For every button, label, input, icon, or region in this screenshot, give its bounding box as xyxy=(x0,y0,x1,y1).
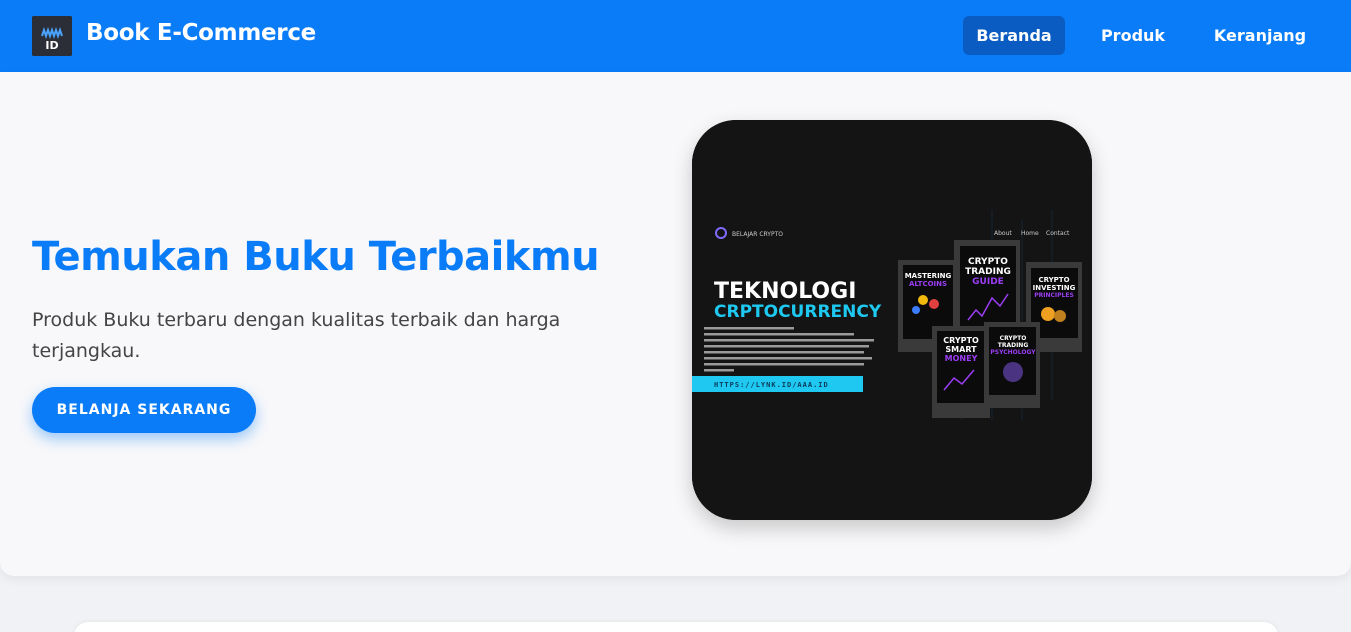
svg-text:CRYPTO: CRYPTO xyxy=(968,257,1008,267)
svg-text:About: About xyxy=(994,230,1012,237)
svg-text:ID: ID xyxy=(45,39,58,52)
svg-text:GUIDE: GUIDE xyxy=(972,277,1004,287)
next-section xyxy=(74,622,1278,632)
svg-text:INVESTING: INVESTING xyxy=(1033,284,1076,292)
book-crypto-smart-money: CRYPTO SMART MONEY xyxy=(932,326,990,418)
nav-keranjang[interactable]: Keranjang xyxy=(1200,16,1320,55)
svg-text:ALTCOINS: ALTCOINS xyxy=(909,280,947,288)
svg-text:PSYCHOLOGY: PSYCHOLOGY xyxy=(990,349,1036,356)
svg-text:SMART: SMART xyxy=(945,345,977,354)
brand-name[interactable]: Book E-Commerce xyxy=(86,20,316,46)
shop-now-button[interactable]: BELANJA SEKARANG xyxy=(32,387,256,433)
svg-text:Home: Home xyxy=(1021,230,1039,237)
svg-text:MONEY: MONEY xyxy=(945,354,978,363)
svg-text:CRYPTO: CRYPTO xyxy=(1038,276,1069,284)
svg-text:HTTPS://LYNK.ID/AAA.ID: HTTPS://LYNK.ID/AAA.ID xyxy=(714,381,829,389)
svg-text:MASTERING: MASTERING xyxy=(905,272,952,280)
svg-text:Contact: Contact xyxy=(1046,230,1070,237)
hero-image: BELAJAR CRYPTO About Home Contact TEKNOL… xyxy=(692,120,1092,520)
navbar: ID Book E-Commerce Beranda Produk Keranj… xyxy=(0,0,1351,72)
svg-text:BELAJAR CRYPTO: BELAJAR CRYPTO xyxy=(732,231,783,238)
brand-logo[interactable]: ID xyxy=(32,16,72,56)
svg-text:TEKNOLOGI: TEKNOLOGI xyxy=(714,279,856,304)
hero-title: Temukan Buku Terbaikmu xyxy=(32,234,600,280)
svg-text:CRYPTO: CRYPTO xyxy=(1000,335,1027,342)
svg-text:CRPTOCURRENCY: CRPTOCURRENCY xyxy=(714,302,882,322)
hero-description: Produk Buku terbaru dengan kualitas terb… xyxy=(32,309,561,362)
logo-icon: ID xyxy=(32,16,72,56)
book-crypto-trading-psychology: CRYPTO TRADING PSYCHOLOGY xyxy=(984,322,1040,408)
svg-text:CRYPTO: CRYPTO xyxy=(943,336,979,345)
svg-text:PRINCIPLES: PRINCIPLES xyxy=(1034,292,1074,299)
svg-text:TRADING: TRADING xyxy=(998,342,1029,349)
nav-beranda[interactable]: Beranda xyxy=(963,16,1065,55)
svg-text:TRADING: TRADING xyxy=(965,267,1011,277)
book-promo-graphic: BELAJAR CRYPTO About Home Contact TEKNOL… xyxy=(692,120,1092,520)
nav-produk[interactable]: Produk xyxy=(1084,16,1182,55)
